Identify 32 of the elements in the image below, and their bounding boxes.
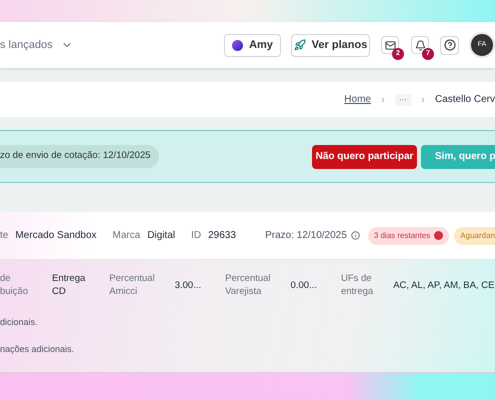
field-label: ID	[191, 229, 202, 243]
assistant-button[interactable]: Amy	[224, 34, 281, 56]
detail-value: 3.00...	[174, 278, 202, 292]
detail-value: AC, AL, AP, AM, BA, CE,	[393, 278, 495, 292]
breadcrumb-link[interactable]: Home	[344, 92, 371, 107]
status-badge: Aguardan	[454, 226, 495, 244]
field-value: Mercado Sandbox	[15, 229, 97, 243]
decline-button[interactable]: Não quero participar	[312, 144, 417, 168]
field-value: Digital	[147, 229, 176, 243]
mail-icon	[384, 40, 396, 50]
breadcrumb-link[interactable]: ···	[394, 94, 411, 106]
bell-icon	[414, 40, 426, 50]
deadline-text: Prazo: 12/10/2025	[265, 229, 347, 243]
remaining-badge: 3 dias restantes	[368, 226, 450, 244]
detail-label: Percentual Varejista	[225, 272, 271, 298]
detail-value: Entrega CD	[52, 272, 86, 298]
help-button[interactable]	[440, 36, 459, 54]
detail-label: UFs de entrega	[340, 272, 374, 298]
field-value: 29633	[208, 229, 236, 243]
plans-button[interactable]: Ver planos	[291, 34, 370, 56]
menu-label[interactable]: s lançados	[0, 36, 53, 54]
detail-label: Percentual Amicci	[109, 272, 155, 298]
detail-value: 0.00...	[290, 278, 317, 292]
deadline-pill: zo de envio de cotação: 12/10/2025	[0, 145, 159, 168]
rocket-icon	[294, 39, 306, 51]
help-icon	[444, 39, 456, 51]
note-text: nações adicionais.	[0, 343, 76, 356]
detail-label: de buição	[0, 272, 28, 298]
field-label: Marca	[112, 229, 140, 243]
note-text: dicionais.	[0, 316, 39, 329]
info-icon	[350, 231, 360, 240]
field-label: te	[0, 229, 8, 243]
